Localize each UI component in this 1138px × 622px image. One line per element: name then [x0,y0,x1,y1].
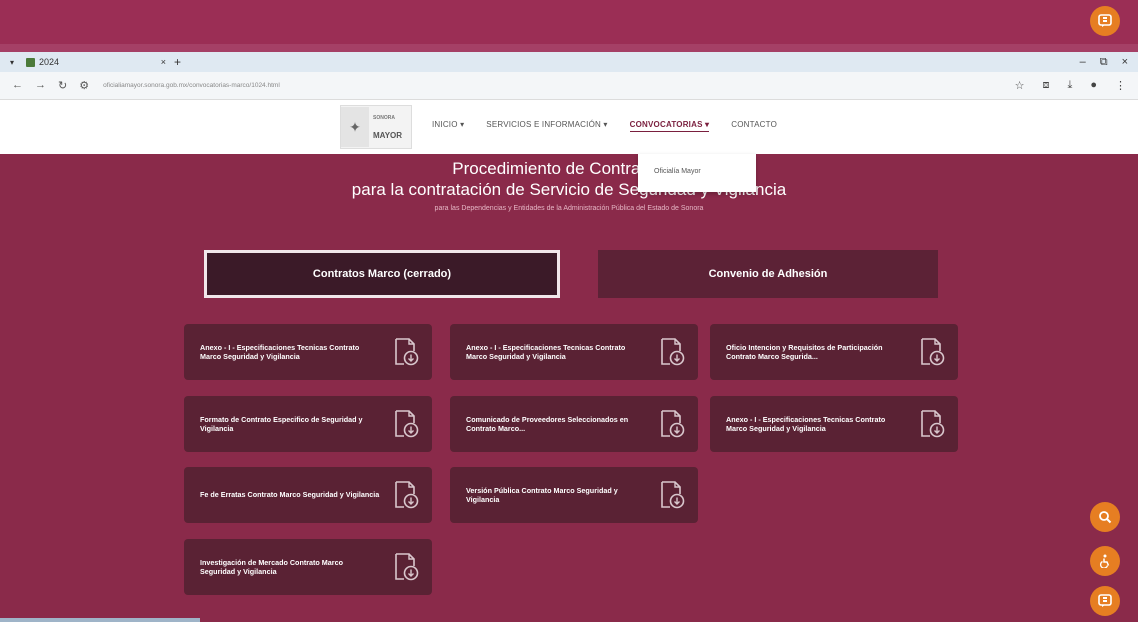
minimize-icon[interactable]: – [1080,56,1086,69]
dropdown-item-oficialia-mayor[interactable]: Oficialía Mayor [654,168,701,175]
top-band [0,0,1138,50]
browser-tabbar: ▾ 2024 × + – ⧉ × [0,52,1138,72]
tab-list-chevron-down-icon[interactable]: ▾ [10,58,14,67]
back-icon[interactable]: ← [12,79,23,92]
document-download-icon [395,410,419,438]
document-card[interactable]: Anexo - I - Especificaciones Tecnicas Co… [184,324,432,380]
logo-big-text: MAYOR [373,130,403,140]
browser-address-bar: ← → ↻ ⚙ oficialiamayor.sonora.gob.mx/con… [0,72,1138,100]
document-card-title: Comunicado de Proveedores Seleccionados … [466,414,629,434]
page-subtitle: para las Dependencias y Entidades de la … [434,205,704,212]
tab-title: 2024 [39,57,60,67]
document-card[interactable]: Formato de Contrato Especifico de Seguri… [184,396,432,452]
status-bar [0,618,200,622]
page-title: Procedimiento de Contratación para la co… [0,158,1138,200]
document-download-icon [661,410,685,438]
document-card-title: Oficio Intencion y Requisitos de Partici… [726,342,883,362]
logo-small-text: SONORA [373,114,395,121]
page-title-line1: Procedimiento de Contratación [452,159,686,178]
document-download-icon [395,481,419,509]
chat-icon [1098,594,1112,607]
new-tab-plus-icon[interactable]: + [174,55,181,69]
document-download-icon [395,338,419,366]
menu-item-inicio[interactable]: INICIO ▾ [432,120,464,132]
document-card[interactable]: Oficio Intencion y Requisitos de Partici… [710,324,958,380]
document-card[interactable]: Anexo - I - Especificaciones Tecnicas Co… [450,324,698,380]
reload-icon[interactable]: ↻ [58,79,67,92]
document-card[interactable]: Comunicado de Proveedores Seleccionados … [450,396,698,452]
site-settings-icon[interactable]: ⚙ [79,79,89,92]
forward-icon[interactable]: → [35,79,46,92]
window-controls: – ⧉ × [1080,56,1128,69]
document-card[interactable]: Anexo - I - Especificaciones Tecnicas Co… [710,396,958,452]
feedback-float-button[interactable] [1090,586,1120,616]
restore-icon[interactable]: ⧉ [1100,56,1108,69]
search-icon [1099,511,1112,524]
url-text[interactable]: oficialiamayor.sonora.gob.mx/convocatori… [103,82,280,89]
download-icon[interactable]: ⤓ [1067,79,1072,92]
accessibility-icon [1100,554,1110,568]
document-download-icon [395,553,419,581]
site-logo[interactable]: ✦ SONORA MAYOR [340,105,412,149]
page-title-line2: para la contratación de Servicio de Segu… [351,180,787,199]
convenio-adhesion-button[interactable]: Convenio de Adhesión [598,250,938,298]
convocatorias-dropdown: Oficialía Mayor [638,154,756,192]
document-card-title: Fe de Erratas Contrato Marco Seguridad y… [200,490,380,500]
more-icon[interactable]: ⋮ [1115,79,1126,92]
document-card-title: Versión Pública Contrato Marco Seguridad… [466,485,618,505]
profile-icon[interactable]: ● [1090,79,1097,92]
tab-close-icon[interactable]: × [161,57,166,67]
menu-item-servicios[interactable]: SERVICIOS E INFORMACIÓN ▾ [486,120,607,132]
document-download-icon [661,338,685,366]
feedback-float-button-top[interactable] [1090,6,1120,36]
main-menu: INICIO ▾ SERVICIOS E INFORMACIÓN ▾ CONVO… [432,120,777,132]
extensions-icon[interactable]: ⧈ [1042,79,1049,92]
site-header: ✦ SONORA MAYOR INICIO ▾ SERVICIOS E INFO… [0,100,1138,154]
document-download-icon [661,481,685,509]
menu-item-contacto[interactable]: CONTACTO [731,120,777,132]
document-card-title: Anexo - I - Especificaciones Tecnicas Co… [200,342,360,362]
accessibility-float-button[interactable] [1090,546,1120,576]
document-card[interactable]: Fe de Erratas Contrato Marco Seguridad y… [184,467,432,523]
contratos-marco-button[interactable]: Contratos Marco (cerrado) [204,250,560,298]
logo-text: SONORA MAYOR [373,115,402,140]
top-band-light [0,44,1138,52]
menu-item-convocatorias[interactable]: CONVOCATORIAS ▾ [629,120,710,132]
document-card[interactable]: Investigación de Mercado Contrato Marco … [184,539,432,595]
document-card-title: Anexo - I - Especificaciones Tecnicas Co… [726,414,886,434]
browser-toolbar-right: ☆ ⧈ ⤓ ● ⋮ [1015,79,1126,92]
document-download-icon [921,410,945,438]
document-card[interactable]: Versión Pública Contrato Marco Seguridad… [450,467,698,523]
nav-buttons: ← → ↻ ⚙ [12,79,89,92]
browser-tab[interactable]: 2024 × [26,54,166,70]
document-card-title: Anexo - I - Especificaciones Tecnicas Co… [466,342,626,362]
document-card-title: Formato de Contrato Especifico de Seguri… [200,414,363,434]
window-close-icon[interactable]: × [1122,56,1128,69]
star-icon[interactable]: ☆ [1015,79,1025,92]
search-float-button[interactable] [1090,502,1120,532]
favicon-icon [26,57,36,67]
document-download-icon [921,338,945,366]
chat-icon [1098,14,1112,27]
emblem-icon: ✦ [341,107,369,147]
document-card-title: Investigación de Mercado Contrato Marco … [200,557,343,577]
